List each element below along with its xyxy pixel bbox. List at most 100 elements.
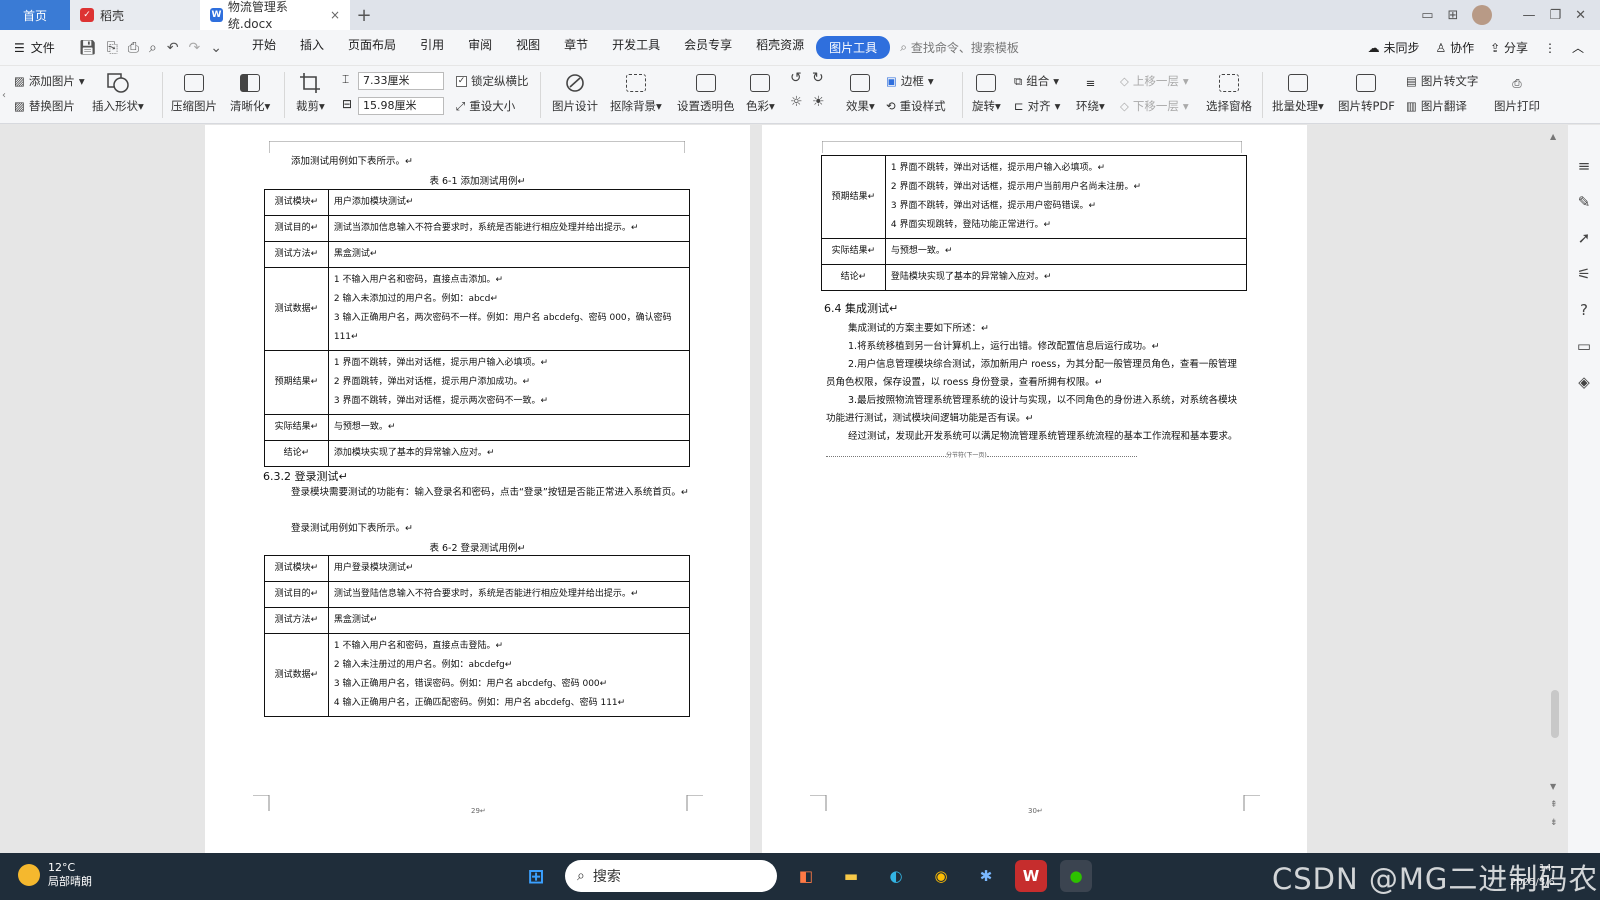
minimize-icon[interactable]: — — [1522, 8, 1535, 23]
windows-start-icon[interactable]: ⊞ — [520, 860, 552, 892]
scrollbar-thumb[interactable] — [1551, 690, 1559, 738]
vertical-scrollbar[interactable]: ▲ ▼ ⇞ ⇟ — [1548, 130, 1560, 850]
replace-image-button[interactable]: ▨ 替换图片 — [14, 98, 75, 114]
sliders-icon[interactable]: ⚟ — [1577, 265, 1590, 283]
rotate-right-icon[interactable]: ↻ — [812, 70, 824, 86]
align-button[interactable]: ⊏ 对齐 ▾ — [1014, 98, 1060, 114]
menu-tab-references[interactable]: 引用 — [408, 36, 456, 59]
csdn-watermark: CSDN @MG二进制码农 — [1272, 862, 1599, 896]
wrap-button[interactable]: ≡ 环绕▾ — [1076, 71, 1105, 114]
collapse-ribbon-icon[interactable]: ︿ — [1572, 39, 1584, 56]
lock-ratio-checkbox[interactable]: ✓ 锁定纵横比 — [456, 73, 529, 89]
menu-tab-layout[interactable]: 页面布局 — [336, 36, 408, 59]
image-to-pdf-button[interactable]: 图片转PDF — [1338, 71, 1395, 114]
edge-icon[interactable]: ◐ — [880, 860, 912, 892]
menu-tab-member[interactable]: 会员专享 — [672, 36, 744, 59]
close-tab-icon[interactable]: × — [330, 8, 340, 22]
image-print-button[interactable]: ⎙ 图片打印 — [1494, 71, 1540, 114]
undo-icon[interactable]: ↶ — [167, 40, 179, 56]
table-row: 实际结果↵ 与预想一致。↵ — [821, 238, 1248, 265]
weather-widget[interactable]: 12°C 局部晴朗 — [18, 861, 92, 889]
move-down-layer-button[interactable]: ◇ 下移一层 ▾ — [1120, 98, 1189, 114]
file-explorer-icon[interactable]: ▬ — [835, 860, 867, 892]
pen-icon[interactable]: ✎ — [1578, 193, 1591, 211]
menu-tab-chapter[interactable]: 章节 — [552, 36, 600, 59]
ribbon-separator — [162, 72, 163, 118]
help-icon[interactable]: ? — [1580, 301, 1588, 319]
reset-size-button[interactable]: ⤢ 重设大小 — [456, 98, 515, 114]
image-to-text-button[interactable]: ▤ 图片转文字 — [1406, 73, 1478, 89]
more-icon[interactable]: ⋮ — [1544, 41, 1556, 55]
sharpen-button[interactable]: 清晰化▾ — [230, 71, 270, 114]
color-button[interactable]: 色彩▾ — [746, 71, 775, 114]
move-up-layer-button[interactable]: ◇ 上移一层 ▾ — [1120, 73, 1189, 89]
close-window-icon[interactable]: ✕ — [1575, 8, 1586, 23]
save-icon[interactable]: 💾︎ — [79, 40, 97, 56]
user-avatar[interactable] — [1472, 5, 1493, 25]
prev-page-icon[interactable]: ⇞ — [1550, 800, 1558, 810]
set-transparent-button[interactable]: 设置透明色 — [677, 71, 735, 114]
tab-daoke[interactable]: ✓ 稻壳 — [70, 0, 200, 30]
restore-icon[interactable]: ❐ — [1549, 8, 1561, 23]
chrome-icon[interactable]: ◉ — [925, 860, 957, 892]
reset-style-button[interactable]: ⟲ 重设样式 — [886, 98, 946, 114]
table-row-value: 1 界面不跳转，弹出对话框，提示用户输入必填项。↵ 2 界面跳转，弹出对话框，提示… — [327, 350, 691, 415]
image-design-button[interactable]: 图片设计 — [552, 71, 598, 114]
contrast-icon[interactable]: ☀ — [812, 94, 825, 110]
effects-button[interactable]: 效果▾ — [846, 71, 875, 114]
new-tab-button[interactable]: + — [350, 0, 378, 30]
group-button[interactable]: ⧉ 组合 ▾ — [1014, 73, 1059, 89]
menu-tab-view[interactable]: 视图 — [504, 36, 552, 59]
image-width-input[interactable]: 7.33厘米 — [358, 72, 444, 90]
grid-apps-icon[interactable]: ⊞ — [1448, 8, 1459, 23]
insert-shape-button[interactable]: 插入形状▾ — [92, 71, 144, 114]
selection-pane-button[interactable]: 选择窗格 — [1206, 71, 1252, 114]
batch-process-button[interactable]: 批量处理▾ — [1272, 71, 1324, 114]
compass-icon[interactable]: ◈ — [1578, 373, 1590, 391]
menu-tab-review[interactable]: 审阅 — [456, 36, 504, 59]
document-workspace[interactable]: 添加测试用例如下表所示。↵ 表 6-1 添加测试用例↵ 测试模块↵ 用户添加模块测… — [0, 125, 1568, 853]
compress-image-button[interactable]: 压缩图片 — [171, 71, 217, 114]
group-icon: ⧉ — [1014, 73, 1023, 88]
image-height-input[interactable]: 15.98厘米 — [358, 97, 444, 115]
customize-dropdown-icon[interactable]: ⌄ — [210, 40, 222, 56]
export-icon[interactable]: ⎘ — [107, 40, 118, 56]
ribbon-scroll-left-icon[interactable]: ‹ — [2, 90, 6, 101]
tab-home[interactable]: 首页 — [0, 0, 70, 30]
print-icon[interactable]: ⎙ — [128, 40, 139, 56]
command-search[interactable]: ⌕ 查找命令、搜索模板 — [900, 39, 1019, 56]
remove-background-button[interactable]: 抠除背景▾ — [610, 71, 662, 114]
add-image-button[interactable]: ▨ 添加图片 ▾ — [14, 73, 85, 89]
rotate-button[interactable]: 旋转▾ — [972, 71, 1001, 114]
reading-mode-icon[interactable]: ▭ — [1421, 8, 1433, 23]
menu-tab-developer[interactable]: 开发工具 — [600, 36, 672, 59]
brightness-icon[interactable]: ☼ — [790, 94, 803, 110]
wps-office-icon[interactable]: W — [1015, 860, 1047, 892]
menu-tab-insert[interactable]: 插入 — [288, 36, 336, 59]
network-app-icon[interactable]: ✱ — [970, 860, 1002, 892]
image-translate-button[interactable]: ▥ 图片翻译 — [1406, 98, 1467, 114]
scroll-down-icon[interactable]: ▼ — [1550, 782, 1556, 791]
store-icon[interactable]: ◧ — [790, 860, 822, 892]
wechat-icon[interactable]: ● — [1060, 860, 1092, 892]
share-button[interactable]: ⇪ 分享 — [1490, 39, 1528, 56]
scroll-up-icon[interactable]: ▲ — [1550, 132, 1556, 141]
rotate-left-icon[interactable]: ↺ — [790, 70, 802, 86]
border-button[interactable]: ▣ 边框 ▾ — [886, 73, 934, 89]
border-icon: ▣ — [886, 74, 897, 88]
next-page-icon[interactable]: ⇟ — [1550, 818, 1558, 828]
file-menu[interactable]: ☰ 文件 — [0, 39, 69, 56]
menu-tab-daoke-resources[interactable]: 稻壳资源 — [744, 36, 816, 59]
translate-sidebar-icon[interactable]: ▭ — [1577, 337, 1591, 355]
preview-icon[interactable]: ⌕ — [149, 40, 157, 56]
menu-tab-home[interactable]: 开始 — [240, 36, 288, 59]
crop-button[interactable]: 裁剪▾ — [296, 71, 325, 114]
menu-tab-picture-tools[interactable]: 图片工具 — [816, 36, 891, 59]
collab-button[interactable]: ♙ 协作 — [1436, 39, 1475, 56]
tab-document[interactable]: W 物流管理系统.docx × — [200, 0, 350, 31]
menu-lines-icon[interactable]: ≡ — [1578, 157, 1591, 175]
taskbar-search-box[interactable]: ⌕ 搜索 — [565, 860, 777, 892]
sync-status[interactable]: ☁ 未同步 — [1368, 39, 1420, 56]
select-cursor-icon[interactable]: ➚ — [1578, 229, 1591, 247]
redo-icon[interactable]: ↷ — [189, 40, 201, 56]
